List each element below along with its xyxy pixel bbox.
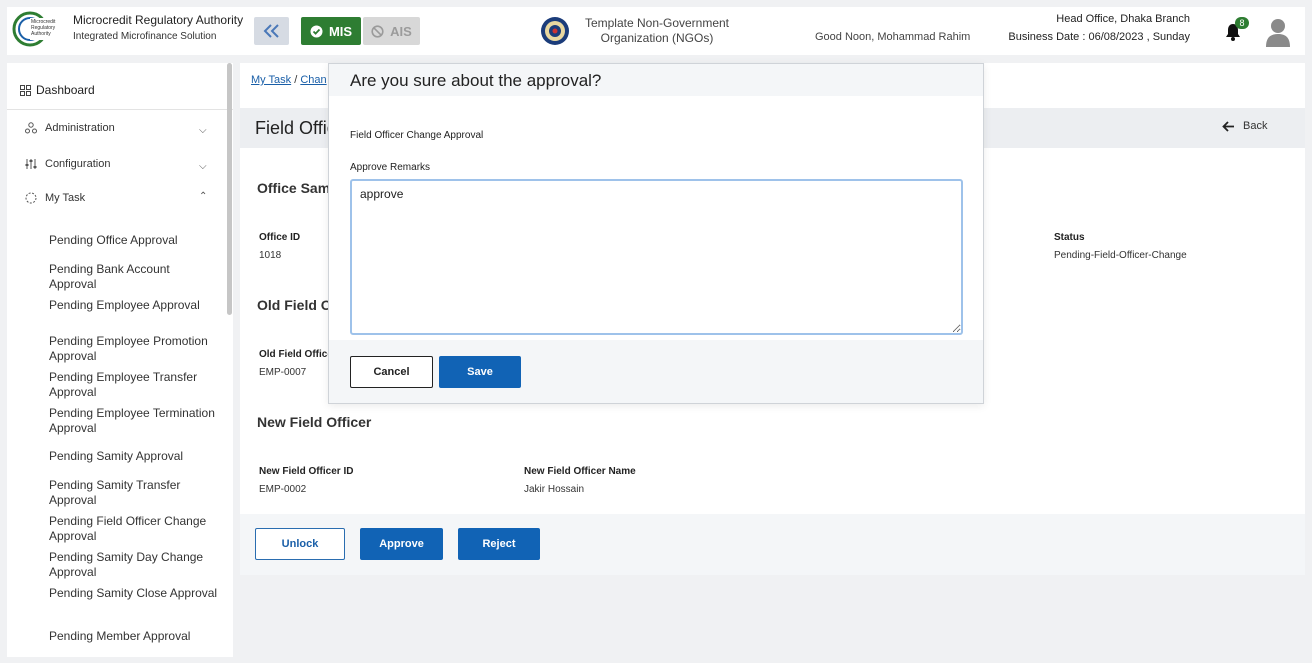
new-field-officer-heading: New Field Officer (257, 414, 372, 430)
status-value: Pending-Field-Officer-Change (1054, 250, 1187, 261)
approve-button[interactable]: Approve (360, 528, 443, 560)
breadcrumb-link-change[interactable]: Chan (300, 74, 326, 86)
admin-icon (25, 122, 37, 134)
chevron-down-icon[interactable]: ⌵ (199, 125, 207, 136)
logo-text: Microcredit Regulatory Authority (31, 19, 56, 37)
save-button[interactable]: Save (439, 356, 521, 388)
sidebar-divider (7, 109, 233, 110)
ban-icon (371, 24, 384, 38)
sidebar-scrollbar[interactable] (227, 63, 232, 315)
sidebar-group-label: Configuration (45, 158, 111, 170)
approval-modal: Are you sure about the approval? Field O… (328, 63, 984, 404)
back-label: Back (1243, 120, 1268, 132)
approve-remarks-textarea[interactable]: approve (350, 179, 963, 335)
sidebar-group-administration[interactable]: Administration (25, 122, 115, 134)
modal-title: Are you sure about the approval? (350, 71, 602, 90)
cancel-button[interactable]: Cancel (350, 356, 433, 388)
sidebar-item-pending-member-approval[interactable]: Pending Member Approval (49, 629, 219, 644)
sidebar-item-pending-employee-promotion-approval[interactable]: Pending Employee Promotion Approval (49, 334, 219, 364)
sidebar-item-pending-employee-approval[interactable]: Pending Employee Approval (49, 298, 219, 313)
double-chevron-left-icon (263, 24, 279, 38)
brand-subtitle: Integrated Microfinance Solution (73, 31, 217, 42)
sidebar-item-pending-bank-account-approval[interactable]: Pending Bank Account Approval (49, 262, 219, 292)
back-button[interactable]: Back (1222, 120, 1267, 132)
breadcrumb-separator: / (294, 74, 298, 86)
chevron-up-icon[interactable]: ⌃ (199, 191, 207, 202)
sidebar-item-label: Dashboard (36, 83, 95, 97)
user-greeting: Good Noon, Mohammad Rahim (815, 31, 971, 43)
task-icon (25, 192, 37, 204)
check-circle-icon (310, 25, 323, 37)
sidebar-item-pending-samity-day-change-approval[interactable]: Pending Samity Day Change Approval (49, 550, 219, 580)
office-id-label: Office ID (259, 232, 301, 243)
breadcrumb: My Task / Chan (251, 74, 327, 86)
mis-label: MIS (328, 23, 353, 39)
status-label: Status (1054, 232, 1085, 243)
chevron-down-icon[interactable]: ⌵ (199, 161, 207, 172)
office-section-heading: Office Sam (257, 180, 331, 196)
user-avatar-icon[interactable] (1265, 17, 1291, 47)
sidebar-group-label: My Task (45, 192, 86, 204)
sidebar-group-label: Administration (45, 122, 115, 134)
sidebar-item-pending-field-officer-change-approval[interactable]: Pending Field Officer Change Approval (49, 514, 219, 544)
breadcrumb-link-my-task[interactable]: My Task (251, 74, 291, 86)
remarks-label: Approve Remarks (350, 162, 431, 173)
new-field-officer-id-value: EMP-0002 (259, 484, 307, 495)
sidebar: Dashboard Administration ⌵ Configuration… (7, 63, 233, 657)
sidebar-item-pending-samity-approval[interactable]: Pending Samity Approval (49, 449, 219, 464)
grid-icon (20, 84, 31, 96)
old-field-officer-id-value: EMP-0007 (259, 367, 307, 378)
sidebar-item-dashboard[interactable]: Dashboard (20, 83, 95, 97)
new-field-officer-id-label: New Field Officer ID (259, 466, 354, 477)
sidebar-group-my-task[interactable]: My Task (25, 192, 85, 204)
ais-label: AIS (390, 23, 412, 39)
sidebar-group-configuration[interactable]: Configuration (25, 158, 110, 170)
old-field-officer-heading: Old Field O (257, 297, 332, 313)
branch-name: Head Office, Dhaka Branch (1056, 13, 1190, 25)
ais-toggle-button[interactable]: AIS (363, 17, 420, 45)
page-title: Field Offic (255, 118, 336, 138)
sidebar-collapse-button[interactable] (254, 17, 289, 45)
new-field-officer-name-value: Jakir Hossain (524, 484, 585, 495)
sidebar-item-pending-employee-termination-approval[interactable]: Pending Employee Termination Approval (49, 406, 219, 436)
org-name: Template Non-Government Organization (NG… (584, 16, 730, 45)
config-icon (25, 159, 37, 169)
sidebar-item-pending-samity-transfer-approval[interactable]: Pending Samity Transfer Approval (49, 478, 219, 508)
notification-count-badge: 8 (1235, 17, 1249, 29)
unlock-button[interactable]: Unlock (255, 528, 345, 560)
org-seal-icon (541, 17, 569, 45)
sidebar-item-pending-samity-close-approval[interactable]: Pending Samity Close Approval (49, 586, 219, 601)
brand-title: Microcredit Regulatory Authority (73, 13, 244, 27)
mis-toggle-button[interactable]: MIS (301, 17, 361, 45)
office-id-value: 1018 (259, 250, 282, 261)
sidebar-item-pending-employee-transfer-approval[interactable]: Pending Employee Transfer Approval (49, 370, 219, 400)
business-date: Business Date : 06/08/2023 , Sunday (1008, 31, 1190, 43)
reject-button[interactable]: Reject (458, 528, 540, 560)
new-field-officer-name-label: New Field Officer Name (524, 466, 636, 477)
arrow-left-icon (1222, 120, 1234, 132)
app-header: Microcredit Regulatory Authority Microcr… (7, 7, 1305, 55)
modal-subtitle: Field Officer Change Approval (350, 130, 484, 141)
sidebar-item-pending-office-approval[interactable]: Pending Office Approval (49, 233, 219, 248)
old-field-officer-id-label: Old Field Office (259, 349, 333, 360)
